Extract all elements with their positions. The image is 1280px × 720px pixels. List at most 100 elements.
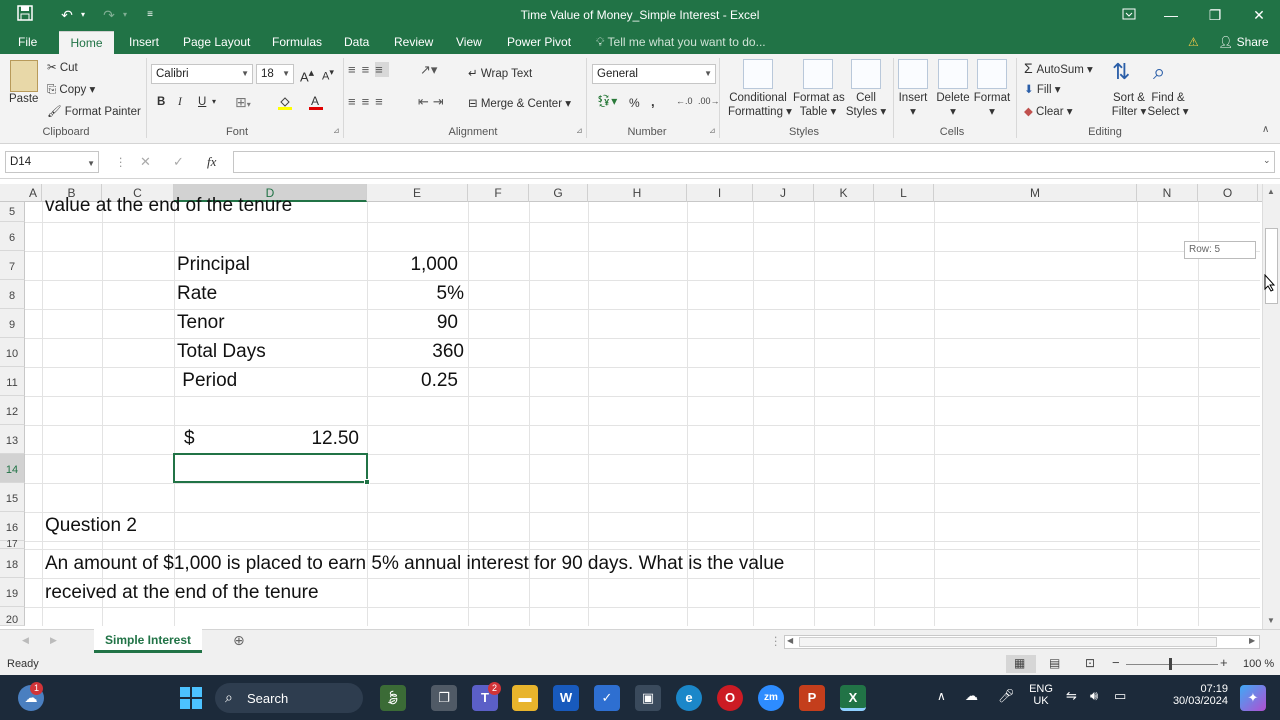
- horizontal-align-icons[interactable]: ≡≡≡: [348, 94, 389, 109]
- row-header-12[interactable]: 12: [0, 396, 25, 425]
- tab-file[interactable]: File: [10, 31, 45, 54]
- powerpoint-icon[interactable]: P: [799, 685, 825, 711]
- insert-cells-button[interactable]: Insert ▾: [896, 92, 930, 118]
- sort-filter-button[interactable]: Sort & Filter ▾: [1108, 92, 1150, 118]
- increase-decimal-icon[interactable]: ←.0: [676, 96, 693, 106]
- cell-e11[interactable]: 0.25: [367, 370, 458, 392]
- scroll-down-icon[interactable]: ▼: [1267, 616, 1275, 625]
- delete-cells-button[interactable]: Delete ▾: [935, 92, 971, 118]
- number-format-select[interactable]: General ▼: [592, 64, 716, 84]
- column-header-e[interactable]: E: [367, 184, 468, 202]
- file-explorer-icon[interactable]: ▬: [512, 685, 538, 711]
- active-cell-d14[interactable]: [173, 453, 368, 483]
- horizontal-scrollbar[interactable]: ◀ ▶: [784, 635, 1260, 649]
- row-header-14[interactable]: 14: [0, 454, 25, 483]
- cell-styles-icon[interactable]: [851, 59, 881, 89]
- tab-power-pivot[interactable]: Power Pivot: [499, 31, 579, 54]
- column-header-a[interactable]: A: [25, 184, 42, 202]
- search-highlight-icon[interactable]: 🍃︎: [380, 685, 406, 711]
- column-header-n[interactable]: N: [1137, 184, 1198, 202]
- find-select-icon[interactable]: ⌕: [1153, 59, 1183, 89]
- battery-icon[interactable]: ▭: [1114, 688, 1126, 704]
- tab-formulas[interactable]: Formulas: [264, 31, 330, 54]
- tab-home[interactable]: Home: [59, 31, 114, 54]
- row-header-15[interactable]: 15: [0, 483, 25, 512]
- show-hidden-icons[interactable]: ∧: [937, 689, 946, 703]
- clear-button[interactable]: ◆ Clear ▾: [1024, 104, 1073, 118]
- column-header-m[interactable]: M: [934, 184, 1137, 202]
- row-header-20[interactable]: 20: [0, 607, 25, 626]
- decrease-decimal-icon[interactable]: .00→: [698, 96, 720, 106]
- scroll-left-icon[interactable]: ◀: [787, 636, 793, 645]
- cell-b16[interactable]: Question 2: [45, 515, 137, 537]
- expand-formula-bar-icon[interactable]: ⌄: [1263, 155, 1271, 166]
- tab-split-icon[interactable]: ⋮: [770, 634, 782, 648]
- edge-icon[interactable]: e: [676, 685, 702, 711]
- format-as-table-button[interactable]: Format as Table ▾: [793, 92, 845, 118]
- cell-b5[interactable]: value at the end of the tenure: [45, 195, 292, 217]
- fill-handle[interactable]: [364, 479, 370, 485]
- page-break-view-icon[interactable]: ⊡: [1085, 656, 1095, 670]
- column-header-j[interactable]: J: [753, 184, 814, 202]
- cut-button[interactable]: ✂ Cut: [47, 60, 78, 74]
- indent-icons[interactable]: ⇤⇥: [418, 94, 448, 110]
- comma-style-button[interactable]: ,: [651, 94, 655, 109]
- microphone-icon[interactable]: 🎤︎: [998, 688, 1015, 704]
- orientation-icon[interactable]: ↗▾: [420, 62, 437, 78]
- volume-icon[interactable]: 🔊︎: [1090, 688, 1098, 704]
- cell-b19[interactable]: received at the end of the tenure: [45, 582, 319, 604]
- column-header-l[interactable]: L: [874, 184, 934, 202]
- scroll-right-icon[interactable]: ▶: [1249, 636, 1255, 645]
- horizontal-scroll-thumb[interactable]: [799, 637, 1217, 647]
- autosum-button[interactable]: Σ AutoSum ▾: [1024, 60, 1093, 76]
- fill-button[interactable]: ⬇ Fill ▾: [1024, 82, 1061, 96]
- row-header-17[interactable]: 17: [0, 540, 25, 550]
- conditional-formatting-icon[interactable]: [743, 59, 773, 89]
- name-box[interactable]: D14 ▼: [5, 151, 99, 173]
- todo-icon[interactable]: ✓: [594, 685, 620, 711]
- tab-view[interactable]: View: [448, 31, 490, 54]
- cell-d10[interactable]: Total Days: [177, 341, 266, 363]
- zoom-level[interactable]: 100 %: [1243, 658, 1274, 670]
- column-header-o[interactable]: O: [1198, 184, 1258, 202]
- sheet-next-icon[interactable]: ▶: [50, 635, 57, 646]
- format-as-table-icon[interactable]: [803, 59, 833, 89]
- tab-data[interactable]: Data: [336, 31, 377, 54]
- windows-start-icon[interactable]: [180, 687, 202, 709]
- copy-button[interactable]: ⎘ Copy ▾: [47, 82, 95, 97]
- font-dialog-launcher-icon[interactable]: ⊿: [333, 126, 340, 135]
- number-dialog-launcher-icon[interactable]: ⊿: [709, 126, 716, 135]
- row-header-13[interactable]: 13: [0, 425, 25, 454]
- collapse-ribbon-icon[interactable]: ∧: [1262, 124, 1269, 135]
- percent-style-button[interactable]: %: [629, 96, 640, 110]
- cell-d9[interactable]: Tenor: [177, 312, 225, 334]
- cell-styles-button[interactable]: Cell Styles ▾: [844, 92, 888, 118]
- cell-d13[interactable]: 12.50: [174, 428, 359, 450]
- tab-insert[interactable]: Insert: [121, 31, 167, 54]
- taskbar-search-box[interactable]: ⌕ Search: [215, 683, 363, 713]
- column-header-g[interactable]: G: [529, 184, 588, 202]
- italic-button[interactable]: I: [178, 96, 182, 108]
- opera-icon[interactable]: O: [717, 685, 743, 711]
- cell-e10[interactable]: 360: [367, 341, 464, 363]
- vertical-scrollbar[interactable]: ▲ ▼: [1262, 184, 1280, 629]
- vertical-align-icons[interactable]: ≡≡≡: [348, 62, 389, 77]
- wrap-text-button[interactable]: ↵ Wrap Text: [468, 66, 532, 80]
- cell-b18[interactable]: An amount of $1,000 is placed to earn 5%…: [45, 553, 784, 575]
- borders-icon[interactable]: ⊞▾: [235, 94, 251, 111]
- underline-dropdown-icon[interactable]: ▾: [212, 97, 216, 106]
- format-cells-icon[interactable]: [977, 59, 1007, 89]
- row-header-16[interactable]: 16: [0, 512, 25, 541]
- row-header-10[interactable]: 10: [0, 338, 25, 367]
- scroll-up-icon[interactable]: ▲: [1267, 187, 1275, 196]
- underline-button[interactable]: U: [198, 96, 206, 108]
- zoom-out-icon[interactable]: −: [1112, 655, 1120, 670]
- copilot-icon[interactable]: ✦: [1240, 685, 1266, 711]
- word-icon[interactable]: W: [553, 685, 579, 711]
- alignment-dialog-launcher-icon[interactable]: ⊿: [576, 126, 583, 135]
- font-size-select[interactable]: 18 ▼: [256, 64, 294, 84]
- onedrive-icon[interactable]: ☁: [965, 688, 978, 704]
- cancel-icon[interactable]: ✕: [140, 154, 151, 170]
- row-header-11[interactable]: 11: [0, 367, 25, 396]
- format-painter-button[interactable]: 🖌︎ Format Painter: [47, 104, 141, 118]
